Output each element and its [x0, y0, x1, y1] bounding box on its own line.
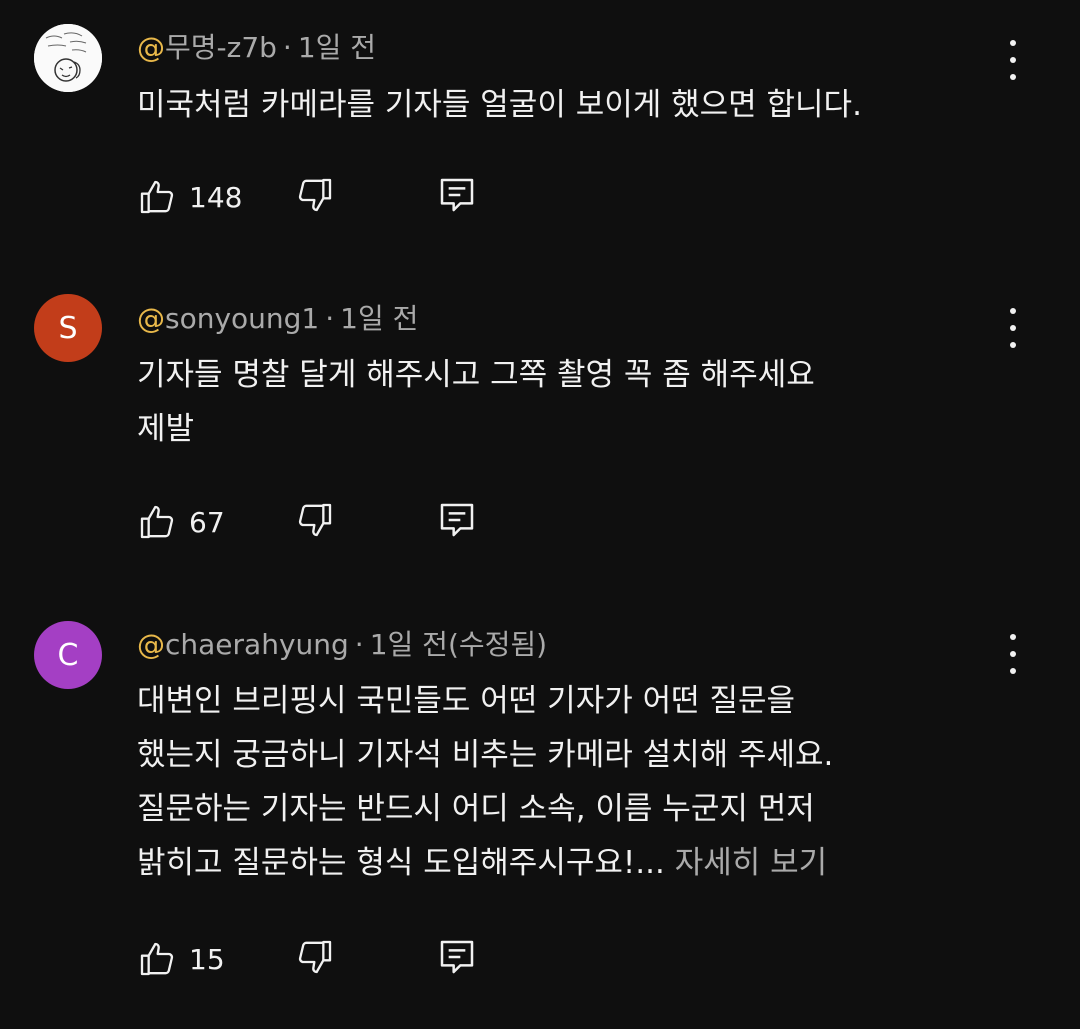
comment-text: 기자들 명찰 달게 해주시고 그쪽 촬영 꼭 좀 해주세요 제발: [137, 348, 967, 456]
comment-time: 1일 전: [297, 31, 377, 64]
thumb-up-icon: [140, 505, 174, 539]
avatar[interactable]: C: [34, 621, 102, 689]
like-count: 67: [189, 505, 225, 539]
more-vert-icon: [1010, 308, 1016, 314]
handle-at-symbol: @: [137, 302, 165, 335]
comment-line: 대변인 브리핑시 국민들도 어떤 기자가 어떤 질문을: [137, 683, 796, 719]
comment-line-last: 밝히고 질문하는 형식 도입해주시구요!... 자세히 보기: [137, 836, 967, 890]
reply-icon: [440, 503, 474, 537]
reply-button[interactable]: [437, 500, 477, 540]
comment-actions: 148: [137, 175, 537, 219]
comment-menu-button[interactable]: [995, 632, 1031, 676]
comment-header: @chaerahyung · 1일 전(수정됨): [137, 628, 547, 662]
comment-actions: 67: [137, 500, 537, 544]
comment-header: @무명-z7b · 1일 전: [137, 31, 376, 65]
meta-separator: ·: [325, 302, 335, 335]
avatar-letter: S: [58, 310, 78, 346]
thumb-up-icon: [140, 180, 174, 214]
comment-text: 미국처럼 카메라를 기자들 얼굴이 보이게 했으면 합니다.: [137, 78, 967, 132]
comment-menu-button[interactable]: [995, 306, 1031, 350]
comment-author[interactable]: sonyoung1: [165, 302, 319, 335]
read-more-link[interactable]: 자세히 보기: [675, 845, 827, 881]
comment-author[interactable]: 무명-z7b: [165, 31, 277, 64]
comment-actions: 15: [137, 937, 537, 981]
reply-icon: [440, 178, 474, 212]
comment-line: 질문하는 기자는 반드시 어디 소속, 이름 누군지 먼저: [137, 791, 815, 827]
more-vert-icon: [1010, 40, 1016, 46]
like-button[interactable]: 148: [137, 175, 242, 219]
like-button[interactable]: 67: [137, 500, 225, 544]
sketch-avatar-image: [34, 24, 102, 92]
more-vert-icon: [1010, 634, 1016, 640]
like-count: 15: [189, 942, 225, 976]
handle-at-symbol: @: [137, 628, 165, 661]
handle-at-symbol: @: [137, 31, 165, 64]
reply-icon: [440, 940, 474, 974]
meta-separator: ·: [282, 31, 292, 64]
comment-line: 기자들 명찰 달게 해주시고 그쪽 촬영 꼭 좀 해주세요: [137, 357, 815, 393]
reply-button[interactable]: [437, 175, 477, 215]
avatar[interactable]: [34, 24, 102, 92]
dislike-button[interactable]: [295, 175, 335, 215]
comment-line: 밝히고 질문하는 형식 도입해주시구요!...: [137, 845, 665, 881]
dislike-button[interactable]: [295, 937, 335, 977]
avatar-letter: C: [57, 637, 79, 673]
comment-time: 1일 전: [369, 628, 448, 661]
thumb-down-icon: [298, 503, 332, 537]
like-count: 148: [189, 180, 243, 214]
thumb-up-icon: [140, 942, 174, 976]
reply-button[interactable]: [437, 937, 477, 977]
comment-line: 제발: [137, 411, 195, 447]
comment-time: 1일 전: [340, 302, 419, 335]
comment-author[interactable]: chaerahyung: [165, 628, 349, 661]
thumb-down-icon: [298, 178, 332, 212]
thumb-down-icon: [298, 940, 332, 974]
edited-label: (수정됨): [447, 628, 548, 661]
comment-text: 대변인 브리핑시 국민들도 어떤 기자가 어떤 질문을 했는지 궁금하니 기자석…: [137, 674, 967, 890]
like-button[interactable]: 15: [137, 937, 225, 981]
comment-menu-button[interactable]: [995, 38, 1031, 82]
comment-header: @sonyoung1 · 1일 전: [137, 302, 418, 336]
comment-line: 했는지 궁금하니 기자석 비추는 카메라 설치해 주세요.: [137, 737, 834, 773]
comment-line: 미국처럼 카메라를 기자들 얼굴이 보이게 했으면 합니다.: [137, 87, 862, 123]
dislike-button[interactable]: [295, 500, 335, 540]
meta-separator: ·: [354, 628, 364, 661]
avatar[interactable]: S: [34, 294, 102, 362]
